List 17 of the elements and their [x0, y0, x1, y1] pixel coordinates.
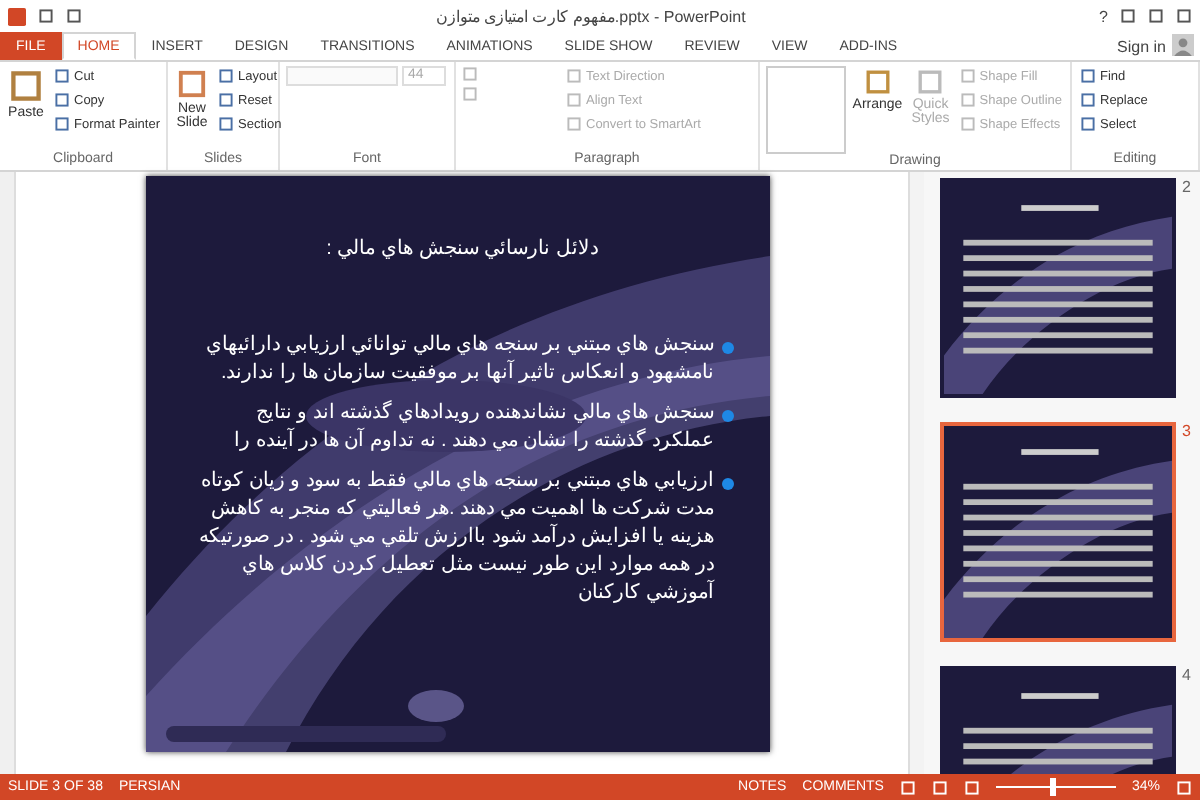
slide-title: دلائل نارسائي سنجش هاي مالي :	[324, 236, 600, 260]
font-name-field[interactable]	[286, 66, 398, 86]
bullet-text: سنجش هاي مبتني بر سنجه هاي مالي توانائي ارزيابي دارائيهاي نامشهود و انعكاس تاثير آنها بر موفقيت سازمان ها را ندارند.	[203, 332, 714, 388]
zoom-thumb[interactable]	[1049, 778, 1056, 796]
help-button[interactable]: ?	[1099, 7, 1108, 25]
scroll-bar[interactable]	[908, 172, 924, 774]
slide-thumbnail[interactable]	[940, 178, 1176, 398]
slide-number: 4	[1182, 666, 1191, 684]
window-title: مفهوم کارت امتیازی متوازن.pptx - PowerPoint	[433, 7, 748, 25]
avatar-icon	[1172, 34, 1194, 56]
sign-in-link[interactable]: Sign in	[1117, 37, 1166, 55]
app-logo-icon	[8, 7, 26, 25]
bullet-text: ارزيابي هاي مبتني بر سنجه هاي مالي فقط به سود و زيان كوتاه مدت شركت ها اهميت مي دهند .هر فعاليتي كه منجر به كاهش هزينه يا افزايش درآمد شود باارزش تلقي مي شود . در صورتيكه در همه موارد اين طور نيست مثل تعطيل كردن كلاس هاي آموزشي كاركنان	[197, 468, 714, 608]
slide-number: 2	[1182, 178, 1191, 196]
bullet-text: سنجش هاي مالي نشاندهنده رويدادهاي گذشته اند و نتايج عملكرد گذشته را نشان مي دهند . نه تداوم آن ها در آينده را	[232, 400, 714, 456]
slide-number: 3	[1182, 422, 1191, 440]
slide-thumbnail[interactable]	[940, 422, 1176, 642]
